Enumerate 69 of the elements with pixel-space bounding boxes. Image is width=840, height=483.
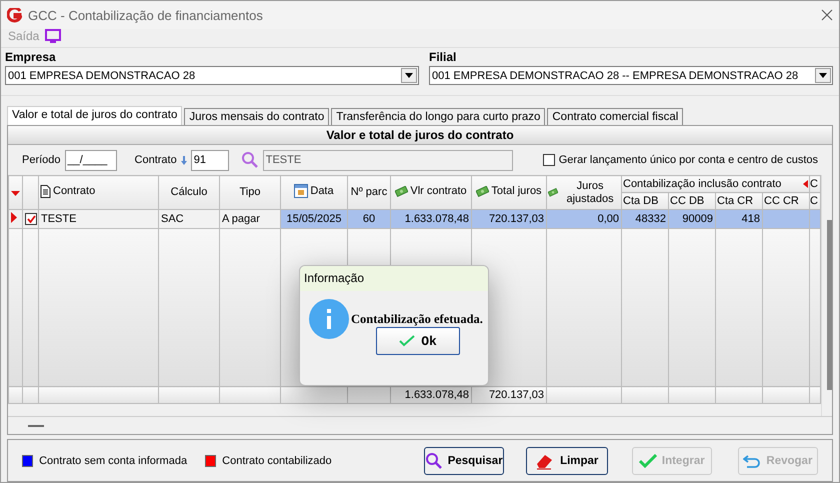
- app-logo-icon: [7, 8, 22, 23]
- column-header[interactable]: Tipo: [220, 176, 280, 210]
- info-icon: [309, 299, 349, 339]
- panel-title: Valor e total de juros do contrato: [8, 126, 832, 146]
- total-cell: 1.633.078,48: [390, 386, 472, 404]
- company-dropdown[interactable]: 001 EMPRESA DEMONSTRACAO 28 -- EMPRESA DEMONSTRACAO 28: [429, 66, 833, 86]
- checkbox[interactable]: [542, 154, 555, 166]
- search-icon: [424, 452, 443, 470]
- vertical-scrollbar[interactable]: [821, 175, 832, 416]
- table-cell: SAC: [158, 210, 220, 229]
- column-header[interactable]: Cálculo: [158, 176, 220, 210]
- column-header[interactable]: Juros ajustados: [546, 176, 622, 210]
- table-cell: 1.633.078,48: [390, 210, 472, 229]
- contract-name-field: TESTE: [262, 150, 513, 171]
- column-header[interactable]: C: [810, 176, 820, 193]
- table-cell: 720.137,03: [472, 210, 546, 229]
- document-icon: [40, 184, 51, 198]
- dialog-message: Contabilização efetuada.: [351, 312, 483, 326]
- undo-icon: [743, 454, 762, 468]
- column-header[interactable]: Contrato: [38, 176, 158, 210]
- period-field[interactable]: __/____: [64, 150, 117, 171]
- window-title: GCC - Contabilização de financiamentos: [28, 8, 264, 23]
- tab[interactable]: Juros mensais do contrato: [184, 108, 330, 126]
- sort-arrow-icon: [180, 156, 187, 165]
- legend-label: Contrato contabilizado: [222, 454, 332, 467]
- column-header[interactable]: Cta DB: [622, 192, 668, 210]
- legend-label: Contrato sem conta informada: [39, 454, 188, 467]
- tab[interactable]: Valor e total de juros do contrato: [7, 106, 182, 126]
- tab[interactable]: Contrato comercial fiscal: [547, 108, 684, 126]
- monitor-icon[interactable]: [45, 29, 62, 44]
- banknote-icon: [395, 186, 408, 198]
- table-cell: 60: [348, 210, 390, 229]
- banknote-icon: [476, 186, 490, 198]
- check-icon: [399, 335, 416, 347]
- column-group-header: Contabilização inclusão contrato: [622, 176, 810, 193]
- table-cell: 90009: [668, 210, 716, 229]
- column-header[interactable]: Data: [280, 176, 348, 210]
- table-cell: 0,00: [546, 210, 622, 229]
- table-cell: A pagar: [220, 210, 280, 229]
- banknote-icon: [548, 187, 558, 198]
- search-icon[interactable]: [240, 151, 259, 170]
- column-header[interactable]: Vlr contrato: [390, 176, 472, 210]
- contract-label: Contrato: [134, 154, 177, 166]
- table-cell: 418: [716, 210, 762, 229]
- company-dropdown[interactable]: 001 EMPRESA DEMONSTRACAO 28: [5, 66, 419, 86]
- column-header[interactable]: CC DB: [668, 192, 716, 210]
- field-label: Empresa: [5, 50, 57, 64]
- calendar-icon: [294, 184, 308, 198]
- contract-field[interactable]: 91: [190, 150, 229, 171]
- table-cell: 15/05/2025: [280, 210, 348, 229]
- column-header[interactable]: Total juros: [472, 176, 546, 210]
- check-icon: [638, 454, 657, 468]
- collapse-arrow-icon[interactable]: [803, 180, 808, 188]
- checkbox-label: Gerar lançamento único por conta e centro de custos: [558, 154, 818, 166]
- table-cell: TESTE: [38, 210, 158, 229]
- dialog-title: Informação: [300, 266, 488, 291]
- field-label: Filial: [429, 50, 458, 64]
- ok-button[interactable]: Ok: [376, 327, 460, 355]
- eraser-button[interactable]: Limpar: [526, 446, 608, 475]
- table-cell: 48332: [622, 210, 668, 229]
- column-header[interactable]: CC CR: [762, 192, 810, 210]
- total-cell: 720.137,03: [472, 386, 546, 404]
- search-button[interactable]: Pesquisar: [424, 446, 504, 475]
- close-icon[interactable]: [821, 9, 833, 22]
- period-label: Período: [22, 154, 61, 166]
- checkbox[interactable]: [25, 212, 37, 225]
- tab[interactable]: Transferência do longo para curto prazo: [331, 108, 546, 126]
- column-header[interactable]: Nº parc: [348, 176, 390, 210]
- column-header[interactable]: Cta CR: [716, 192, 762, 210]
